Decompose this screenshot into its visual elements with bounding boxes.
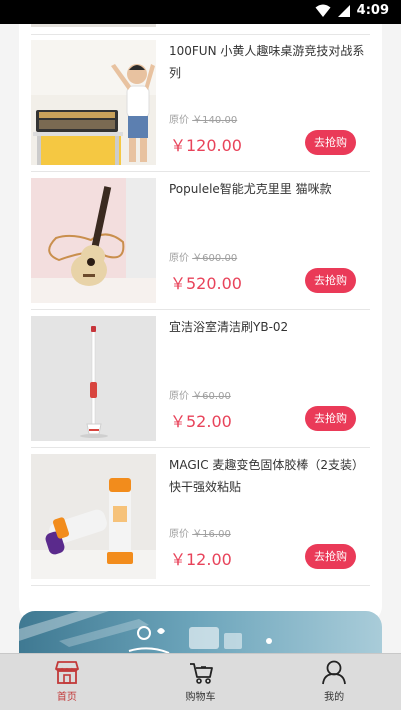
status-time: 4:09 xyxy=(356,3,389,18)
original-price-label: 原价 xyxy=(169,391,189,402)
divider xyxy=(31,447,370,448)
original-price: 原价 ￥140.00 xyxy=(169,111,237,126)
tab-label: 购物车 xyxy=(185,692,216,703)
sale-price: ￥52.00 xyxy=(170,412,232,431)
original-price-value: ￥16.00 xyxy=(192,529,231,540)
original-price-label: 原价 xyxy=(169,529,189,540)
product-item[interactable]: MAGIC 麦趣变色固体胶棒（2支装）快干强效粘贴 原价 ￥16.00 ￥12.… xyxy=(31,454,370,580)
original-price: 原价 ￥60.00 xyxy=(169,387,231,402)
original-price-label: 原价 xyxy=(169,253,189,264)
product-title[interactable]: 100FUN 小黄人趣味桌游竞技对战系列 xyxy=(169,40,367,84)
buy-now-button[interactable]: 去抢购 xyxy=(305,268,356,293)
original-price-value: ￥140.00 xyxy=(192,115,238,126)
shop-icon xyxy=(54,659,79,685)
bottom-tab-bar: 首页 购物车 我的 xyxy=(0,653,401,710)
tab-label: 首页 xyxy=(56,692,77,703)
buy-now-button[interactable]: 去抢购 xyxy=(305,544,356,569)
original-price: 原价 ￥600.00 xyxy=(169,249,237,264)
home-scroll-area[interactable]: 100FUN 小黄人趣味桌游竞技对战系列 原价 ￥140.00 ￥120.00 … xyxy=(0,24,401,653)
tab-home[interactable]: 首页 xyxy=(0,654,134,710)
divider xyxy=(31,585,370,586)
divider xyxy=(31,309,370,310)
promo-banner[interactable] xyxy=(19,611,382,653)
original-price-label: 原价 xyxy=(169,115,189,126)
product-image[interactable] xyxy=(31,316,156,441)
buy-now-button[interactable]: 去抢购 xyxy=(305,406,356,431)
product-item[interactable]: 宜洁浴室清洁刷YB-02 原价 ￥60.00 ￥52.00 去抢购 xyxy=(31,316,370,442)
tab-cart[interactable]: 购物车 xyxy=(134,654,268,710)
product-image[interactable] xyxy=(31,40,156,165)
product-image[interactable] xyxy=(31,178,156,303)
tab-label: 我的 xyxy=(324,692,345,703)
sale-price: ￥120.00 xyxy=(170,136,242,155)
signal-icon xyxy=(337,4,351,18)
buy-now-button[interactable]: 去抢购 xyxy=(305,130,356,155)
product-title[interactable]: 宜洁浴室清洁刷YB-02 xyxy=(169,316,367,338)
product-title[interactable]: Populele智能尤克里里 猫咪款 xyxy=(169,178,367,200)
sale-price: ￥12.00 xyxy=(170,550,232,569)
status-bar: 4:09 xyxy=(0,0,401,24)
sale-price: ￥520.00 xyxy=(170,274,242,293)
original-price: 原价 ￥16.00 xyxy=(169,525,231,540)
previous-product-image[interactable] xyxy=(31,24,156,27)
divider xyxy=(31,34,370,35)
product-image[interactable] xyxy=(31,454,156,579)
original-price-value: ￥600.00 xyxy=(192,253,238,264)
person-icon xyxy=(321,659,347,685)
wifi-icon xyxy=(315,4,331,18)
cart-icon xyxy=(188,659,214,685)
product-item[interactable]: Populele智能尤克里里 猫咪款 原价 ￥600.00 ￥520.00 去抢… xyxy=(31,178,370,304)
divider xyxy=(31,171,370,172)
original-price-value: ￥60.00 xyxy=(192,391,231,402)
product-title[interactable]: MAGIC 麦趣变色固体胶棒（2支装）快干强效粘贴 xyxy=(169,454,367,498)
tab-profile[interactable]: 我的 xyxy=(267,654,401,710)
product-item[interactable]: 100FUN 小黄人趣味桌游竞技对战系列 原价 ￥140.00 ￥120.00 … xyxy=(31,40,370,166)
